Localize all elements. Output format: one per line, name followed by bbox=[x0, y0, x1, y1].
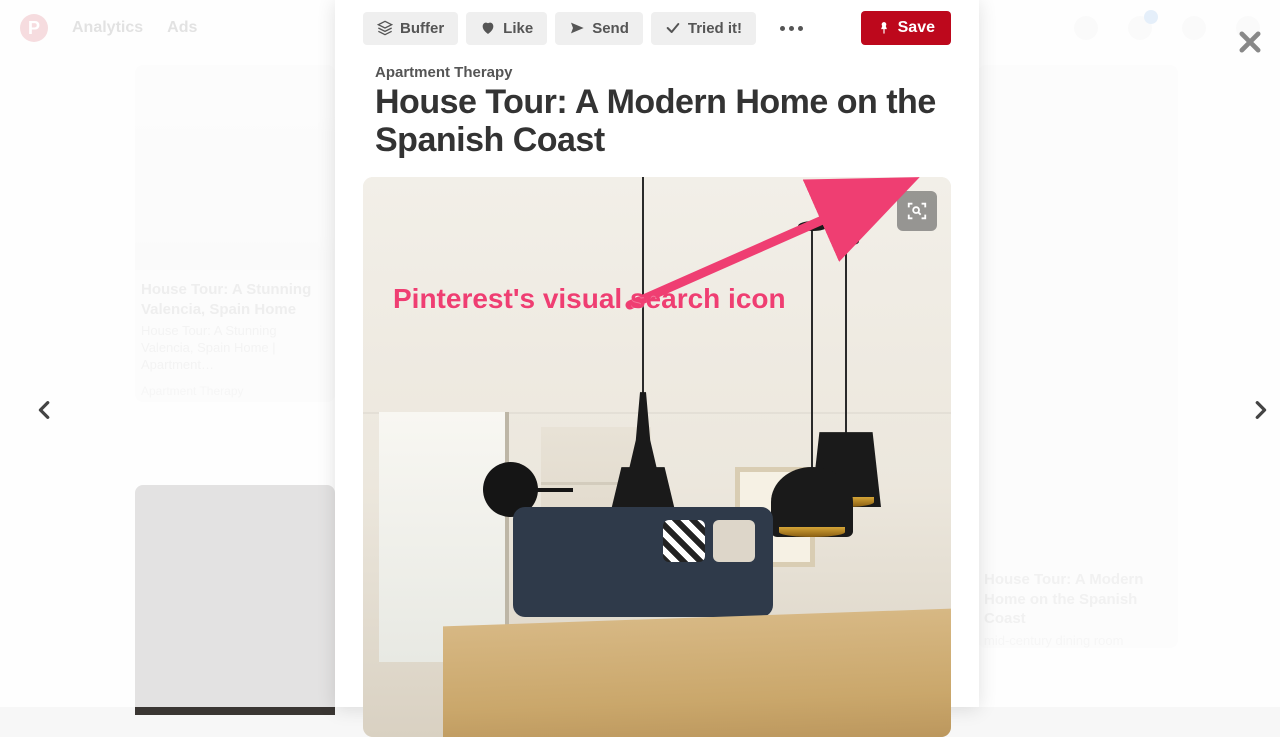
pin-title: House Tour: A Modern Home on the Spanish… bbox=[375, 83, 939, 159]
close-icon bbox=[1236, 28, 1264, 56]
heart-icon bbox=[480, 20, 496, 36]
save-button[interactable]: Save bbox=[861, 11, 951, 45]
check-icon bbox=[665, 20, 681, 36]
pin-icon bbox=[877, 21, 891, 35]
prev-pin-button[interactable] bbox=[30, 395, 60, 425]
save-label: Save bbox=[898, 19, 935, 37]
ellipsis-icon bbox=[780, 26, 785, 31]
send-icon bbox=[569, 20, 585, 36]
chevron-left-icon bbox=[34, 399, 56, 421]
pin-modal: Buffer Like Send Tried it! Save Apartmen… bbox=[335, 0, 979, 707]
send-button[interactable]: Send bbox=[555, 12, 643, 45]
tried-it-button[interactable]: Tried it! bbox=[651, 12, 756, 45]
action-bar: Buffer Like Send Tried it! Save bbox=[335, 0, 979, 50]
close-button[interactable] bbox=[1236, 28, 1266, 58]
visual-search-icon bbox=[906, 200, 928, 222]
pin-meta: Apartment Therapy House Tour: A Modern H… bbox=[335, 50, 979, 169]
visual-search-button[interactable] bbox=[897, 191, 937, 231]
buffer-label: Buffer bbox=[400, 20, 444, 37]
tried-it-label: Tried it! bbox=[688, 20, 742, 37]
pin-image[interactable] bbox=[363, 177, 951, 737]
pin-source[interactable]: Apartment Therapy bbox=[375, 64, 939, 81]
like-button[interactable]: Like bbox=[466, 12, 547, 45]
next-pin-button[interactable] bbox=[1245, 395, 1275, 425]
more-actions-button[interactable] bbox=[764, 18, 819, 39]
send-label: Send bbox=[592, 20, 629, 37]
buffer-icon bbox=[377, 20, 393, 36]
buffer-button[interactable]: Buffer bbox=[363, 12, 458, 45]
like-label: Like bbox=[503, 20, 533, 37]
room-photo bbox=[363, 177, 951, 737]
chevron-right-icon bbox=[1249, 399, 1271, 421]
